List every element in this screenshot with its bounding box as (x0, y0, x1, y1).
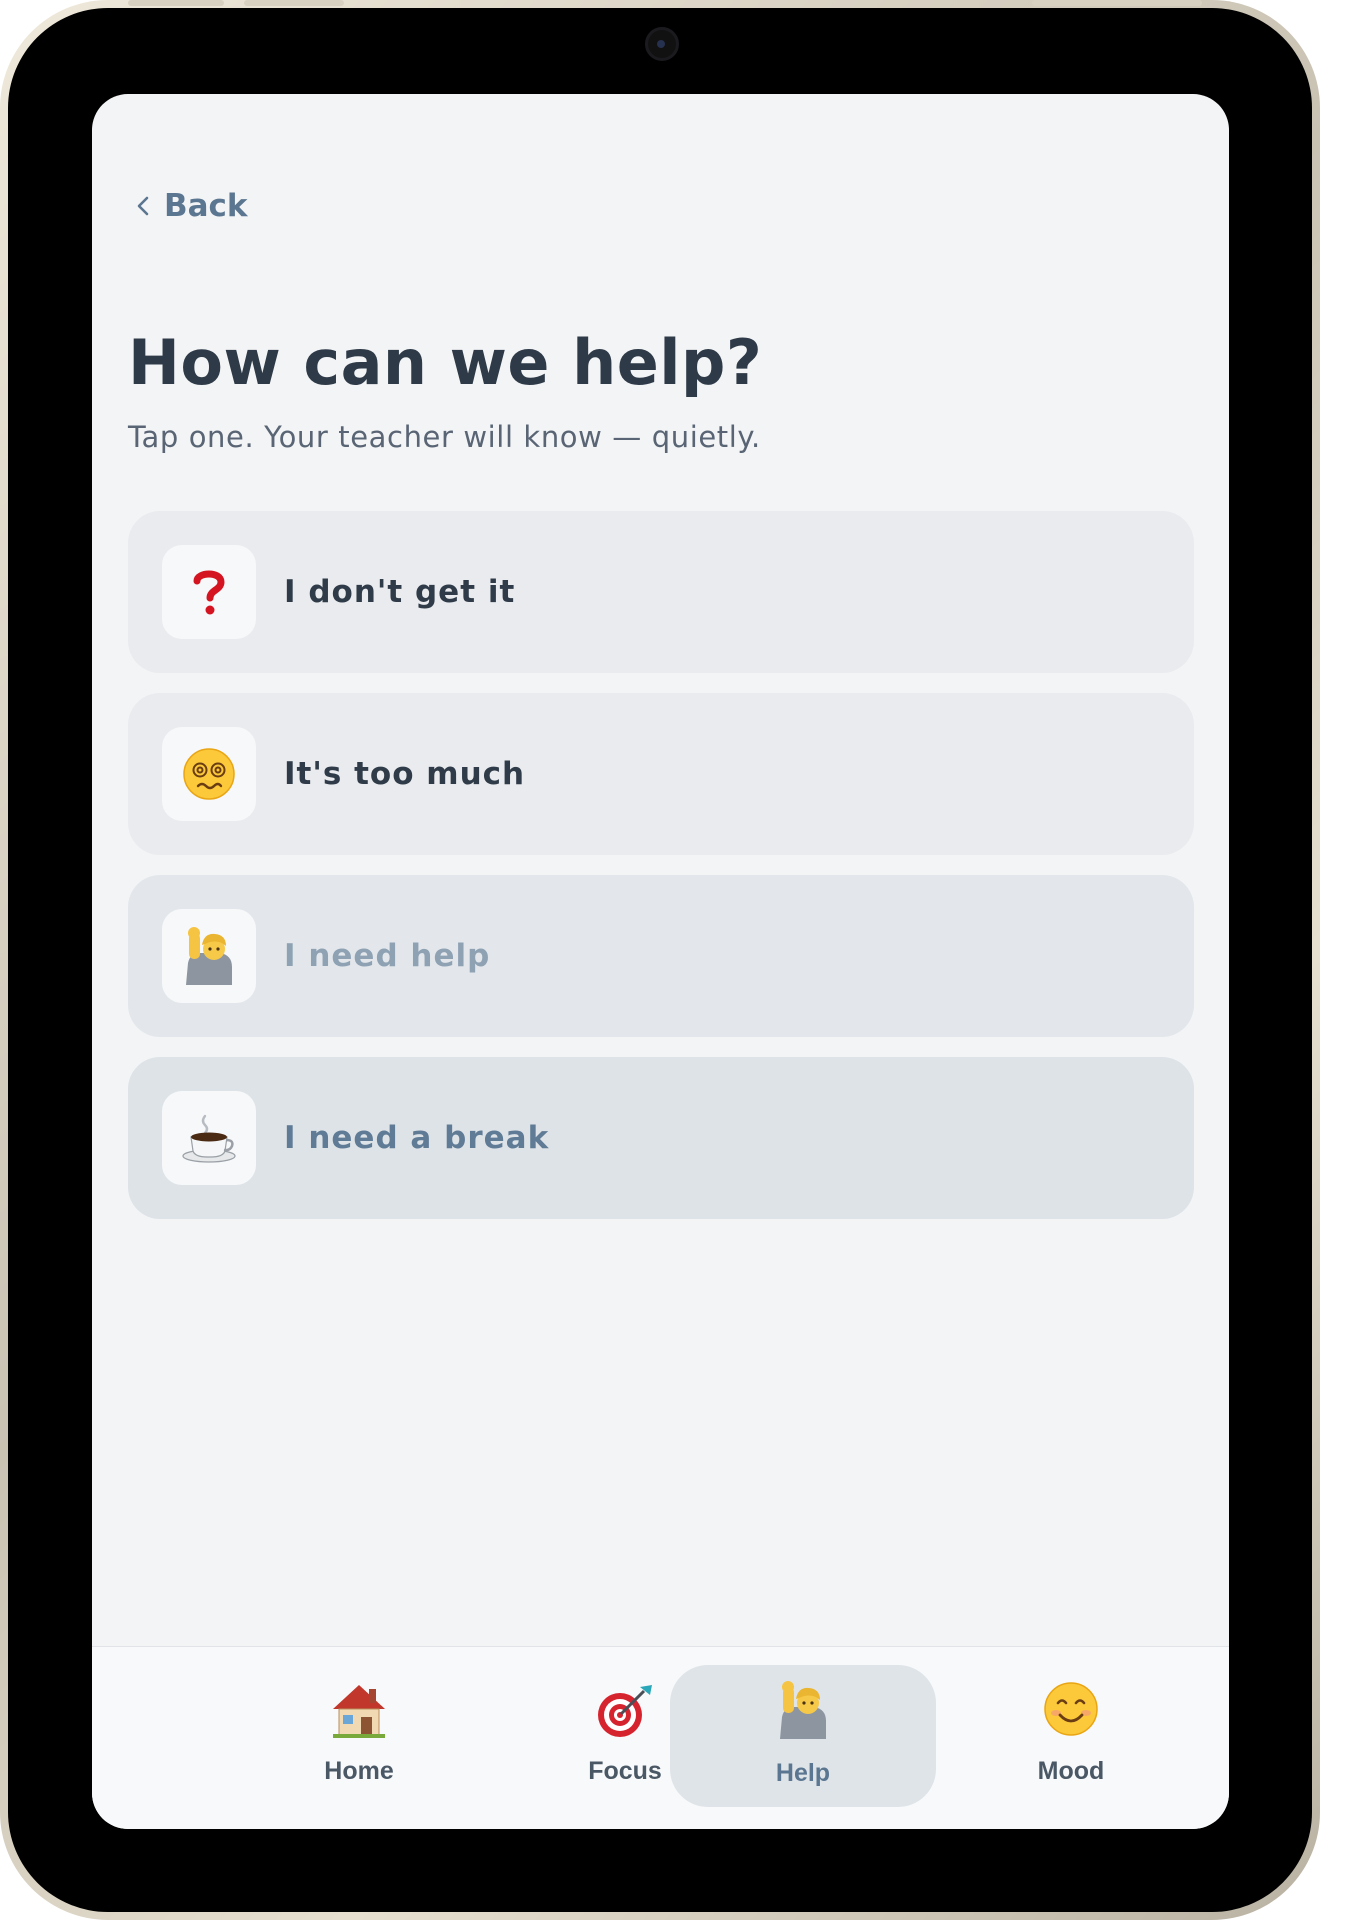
smiley-icon (1044, 1682, 1098, 1736)
option-icon-box (162, 1091, 256, 1185)
question-mark-icon (193, 570, 225, 615)
tab-home[interactable]: Home (226, 1665, 492, 1807)
volume-button (244, 0, 344, 6)
coffee-icon (182, 1114, 236, 1163)
back-label: Back (164, 188, 248, 224)
tab-mood[interactable]: Mood (938, 1665, 1204, 1807)
volume-button (128, 0, 224, 6)
option-icon-box (162, 909, 256, 1003)
option-label: I don't get it (284, 574, 516, 610)
option-dont-get-it[interactable]: I don't get it (128, 511, 1194, 673)
option-label: It's too much (284, 756, 526, 792)
dizzy-face-icon (183, 748, 235, 800)
option-icon-box (162, 727, 256, 821)
camera-lens (657, 40, 665, 48)
back-button[interactable]: Back (136, 186, 248, 226)
raising-hand-icon (186, 927, 232, 985)
option-need-help[interactable]: I need help (128, 875, 1194, 1037)
help-options-list: I don't get it It's too much I need help… (128, 511, 1194, 1239)
option-need-break[interactable]: I need a break (128, 1057, 1194, 1219)
tab-label: Home (324, 1757, 394, 1785)
app-screen: Back How can we help? Tap one. Your teac… (92, 94, 1229, 1829)
power-button (1032, 0, 1202, 6)
chevron-left-icon (137, 196, 149, 216)
tab-help[interactable]: Help (670, 1665, 936, 1807)
page-title: How can we help? (128, 326, 763, 399)
option-too-much[interactable]: It's too much (128, 693, 1194, 855)
house-icon (333, 1685, 385, 1738)
target-icon (598, 1685, 652, 1737)
option-icon-box (162, 545, 256, 639)
raising-hand-icon (780, 1681, 826, 1739)
option-label: I need help (284, 938, 491, 974)
page-subtitle: Tap one. Your teacher will know — quietl… (128, 420, 761, 454)
tab-label: Help (775, 1759, 831, 1787)
option-label: I need a break (284, 1120, 550, 1156)
tab-label: Mood (1037, 1757, 1105, 1785)
bottom-tab-bar: Home Focus Help Mood (92, 1646, 1229, 1829)
